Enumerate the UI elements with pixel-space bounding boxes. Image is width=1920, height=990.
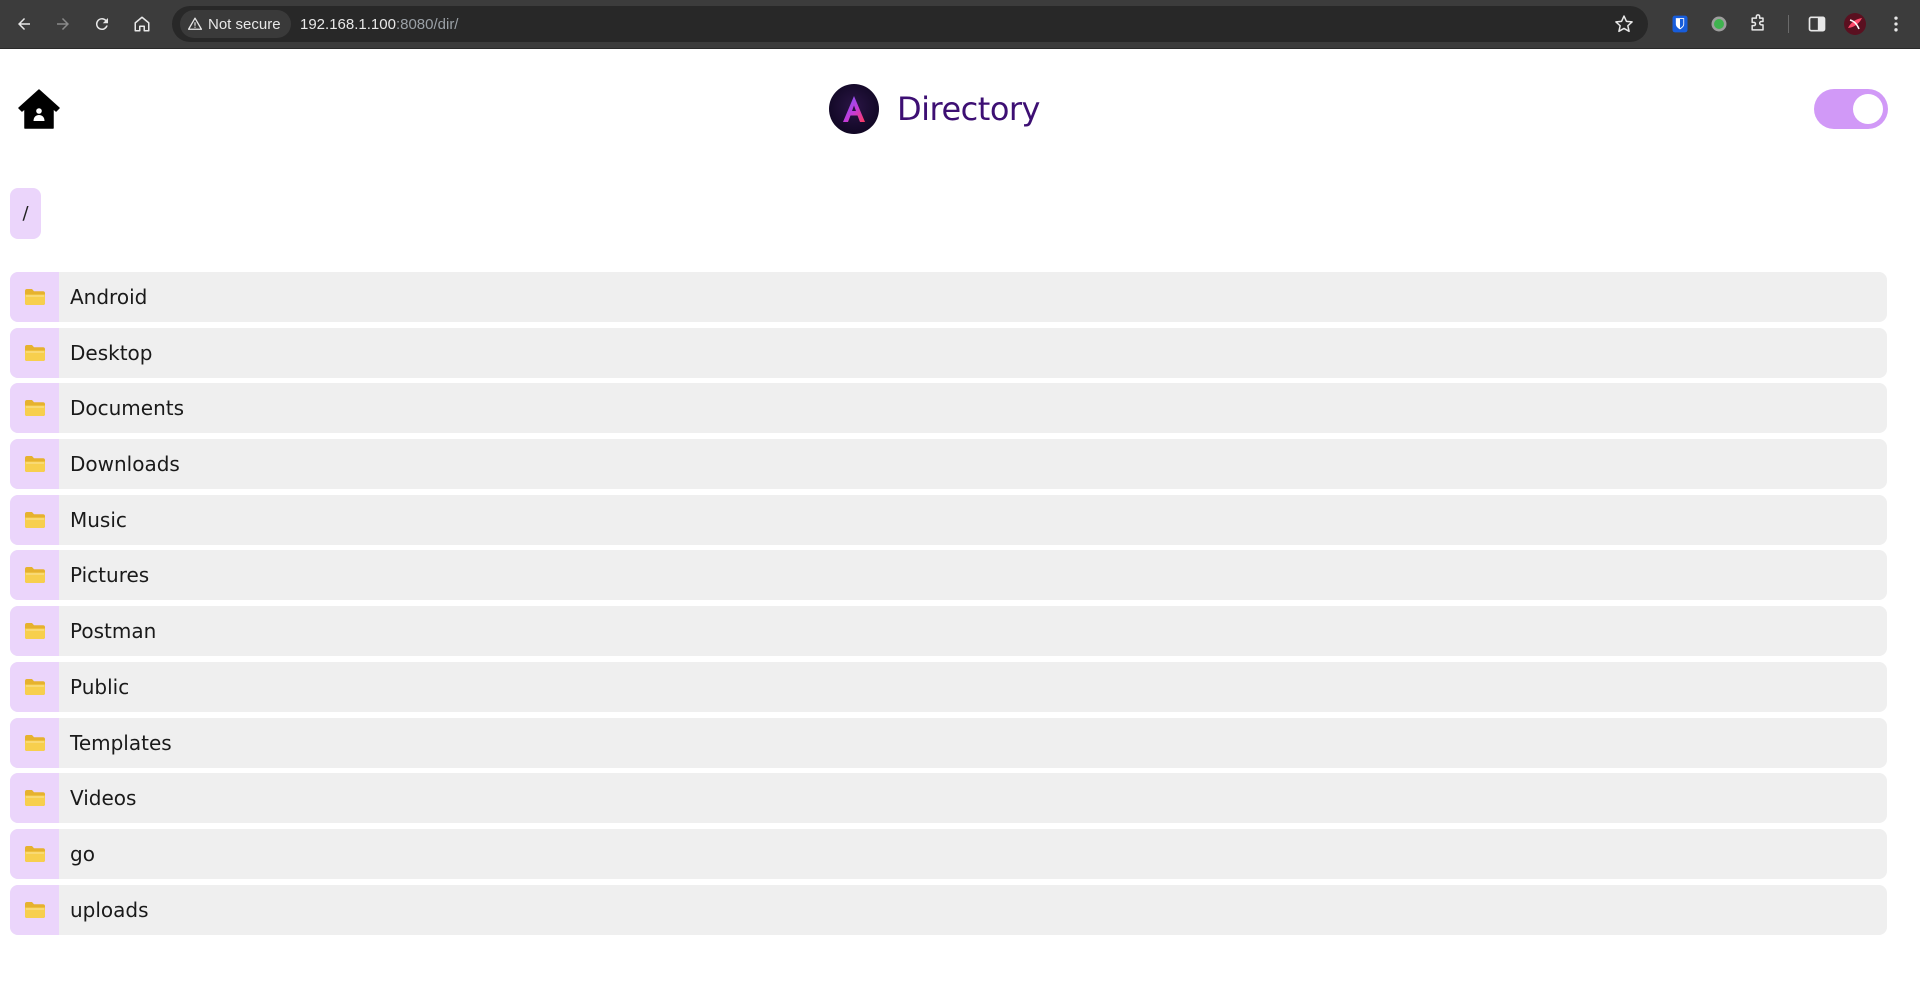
directory-row[interactable]: Downloads (10, 439, 1887, 490)
folder-icon (24, 289, 45, 305)
folder-tile (10, 327, 59, 378)
url-host: 192.168.1.100 (300, 15, 396, 33)
folder-name: Pictures (70, 563, 150, 588)
toggle-knob (1853, 94, 1883, 124)
folder-name: Downloads (70, 452, 180, 477)
folder-tile (10, 884, 59, 935)
reload-icon[interactable] (88, 10, 116, 38)
folder-name: Postman (70, 619, 157, 644)
folder-name: Videos (70, 786, 137, 811)
directory-row[interactable]: Android (10, 272, 1887, 322)
directory-row[interactable]: Pictures (10, 550, 1887, 601)
folder-tile (10, 606, 59, 657)
breadcrumb-root[interactable]: / (10, 188, 41, 239)
folder-icon (24, 678, 45, 695)
url-text[interactable]: 192.168.1.100:8080/dir/ (300, 6, 458, 42)
directory-row[interactable]: Templates (10, 717, 1887, 768)
page-title: Directory (897, 90, 1040, 128)
browser-toolbar: Not secure 192.168.1.100:8080/dir/ (0, 0, 1920, 49)
folder-name: Desktop (70, 340, 153, 365)
security-chip[interactable]: Not secure (180, 10, 291, 38)
folder-tile (10, 439, 59, 490)
folder-name: Android (70, 285, 148, 309)
back-icon[interactable] (10, 10, 38, 38)
folder-icon (24, 567, 45, 584)
folder-tile (10, 272, 59, 322)
bitwarden-icon[interactable] (1668, 12, 1692, 36)
kebab-menu-icon[interactable] (1884, 12, 1908, 36)
folder-icon (24, 344, 45, 361)
directory-row[interactable]: Public (10, 661, 1887, 712)
folder-icon (24, 456, 45, 473)
folder-name: Public (70, 674, 130, 699)
folder-icon (24, 734, 45, 751)
folder-icon (24, 511, 45, 528)
folder-name: Documents (70, 396, 185, 421)
folder-name: uploads (70, 897, 149, 922)
folder-tile (10, 494, 59, 545)
folder-icon (24, 901, 45, 918)
side-panel-icon[interactable] (1805, 12, 1829, 36)
folder-tile (10, 828, 59, 879)
folder-icon (24, 790, 45, 807)
directory-row[interactable]: Videos (10, 773, 1887, 824)
folder-icon (24, 623, 45, 640)
home-icon[interactable] (16, 86, 62, 132)
extension-circle-icon[interactable] (1707, 12, 1731, 36)
forward-icon[interactable] (49, 10, 77, 38)
security-label: Not secure (208, 15, 281, 33)
directory-row[interactable]: Documents (10, 383, 1887, 434)
folder-tile (10, 661, 59, 712)
puzzle-icon[interactable] (1746, 12, 1770, 36)
folder-icon (24, 845, 45, 862)
folder-tile (10, 773, 59, 824)
address-bar[interactable]: Not secure 192.168.1.100:8080/dir/ (172, 6, 1648, 42)
url-path: :8080/dir/ (395, 15, 459, 33)
directory-row[interactable]: Desktop (10, 327, 1887, 378)
app-brand: Directory (829, 84, 1040, 134)
folder-name: Templates (70, 730, 172, 755)
app-logo (829, 84, 879, 134)
directory-row[interactable]: Music (10, 494, 1887, 545)
folder-tile (10, 383, 59, 434)
directory-row[interactable]: go (10, 828, 1887, 879)
warning-icon (188, 17, 202, 30)
directory-list: Android Desktop Documents Downloads Musi… (10, 272, 1887, 940)
folder-name: Music (70, 507, 127, 532)
home-icon[interactable] (128, 10, 156, 38)
profile-avatar-icon[interactable] (1843, 12, 1867, 36)
directory-row[interactable]: uploads (10, 884, 1887, 935)
toolbar-divider (1788, 15, 1789, 33)
folder-name: go (70, 841, 95, 866)
folder-tile (10, 550, 59, 601)
folder-tile (10, 717, 59, 768)
directory-row[interactable]: Postman (10, 606, 1887, 657)
folder-icon (24, 400, 45, 417)
theme-toggle[interactable] (1814, 89, 1888, 129)
star-icon[interactable] (1614, 14, 1634, 34)
